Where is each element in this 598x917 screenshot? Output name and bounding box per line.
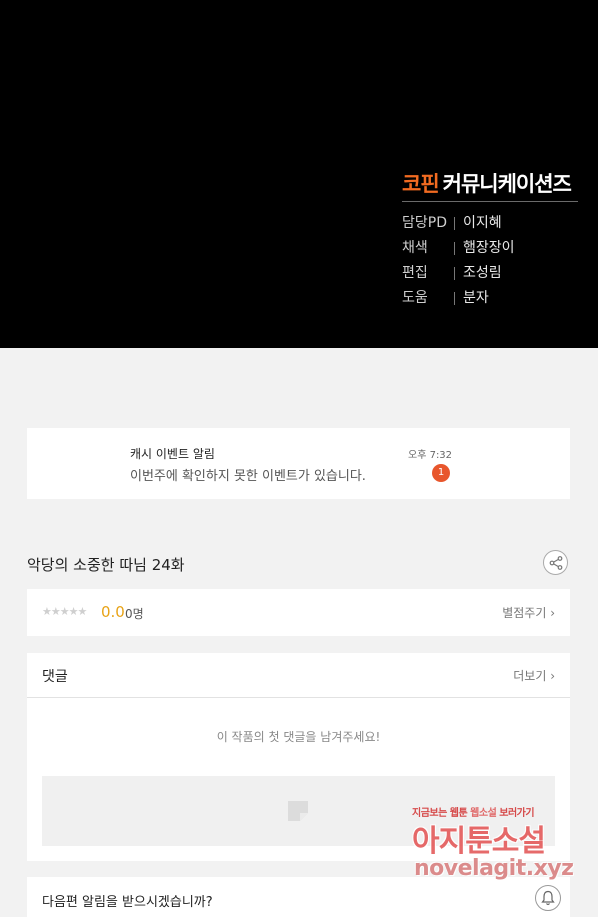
credits-panel: 코핀 커뮤니케이션즈 담당PD 이지혜 채색 햄장장이 편집 조성림 도움 분자 (0, 0, 598, 348)
comments-section: 댓글 더보기 › 이 작품의 첫 댓글을 남겨주세요! (27, 653, 570, 861)
share-icon (549, 556, 563, 570)
comment-write-icon (288, 801, 308, 821)
credit-row-color: 채색 햄장장이 (402, 238, 515, 258)
credit-name: 이지혜 (463, 215, 502, 231)
credit-role: 편집 (402, 265, 428, 281)
credit-separator (454, 266, 455, 280)
studio-brand: 코핀 (402, 172, 440, 196)
credit-name: 햄장장이 (463, 240, 515, 256)
credit-separator (454, 291, 455, 305)
credit-name: 분자 (463, 290, 489, 306)
comments-title: 댓글 (42, 669, 68, 685)
credit-name: 조성림 (463, 265, 502, 281)
comments-header: 댓글 더보기 › (27, 653, 570, 698)
credit-row-edit: 편집 조성림 (402, 263, 502, 283)
credit-role: 채색 (402, 240, 428, 256)
notice-count-badge: 1 (432, 464, 450, 482)
comments-more-button[interactable]: 더보기 › (513, 667, 555, 684)
rating-count: 0명 (125, 607, 144, 621)
subscribe-text: 다음편 알림을 받으시겠습니까? (42, 895, 213, 910)
comment-input[interactable] (42, 776, 555, 846)
notice-body: 이번주에 확인하지 못한 이벤트가 있습니다. (130, 469, 366, 484)
studio-name: 코핀 커뮤니케이션즈 (402, 168, 572, 198)
credit-row-pd: 담당PD 이지혜 (402, 213, 502, 233)
next-episode-alert: 다음편 알림을 받으시겠습니까? (27, 877, 570, 917)
credits-divider (402, 201, 578, 202)
alert-toggle-button[interactable] (535, 885, 561, 911)
rate-button[interactable]: 별점주기 › (502, 604, 555, 621)
episode-title: 악당의 소중한 따님 24화 (27, 556, 185, 574)
cash-event-notice[interactable]: 캐시 이벤트 알림 이번주에 확인하지 못한 이벤트가 있습니다. 오후 7:3… (27, 428, 570, 499)
comments-empty-message: 이 작품의 첫 댓글을 남겨주세요! (216, 730, 381, 744)
bell-icon (541, 890, 555, 906)
credit-separator (454, 241, 455, 255)
share-button[interactable] (543, 550, 568, 575)
rating-bar: ★★★★★ 0.0 0명 별점주기 › (27, 589, 570, 636)
credit-separator (454, 216, 455, 230)
credit-role: 도움 (402, 290, 428, 306)
credit-role: 담당PD (402, 215, 447, 231)
notice-time: 오후 7:32 (408, 450, 453, 461)
notice-title: 캐시 이벤트 알림 (130, 447, 215, 461)
rating-score: 0.0 (101, 603, 125, 621)
studio-rest: 커뮤니케이션즈 (442, 172, 572, 196)
star-rating-icon: ★★★★★ (42, 605, 87, 618)
credit-row-help: 도움 분자 (402, 288, 489, 308)
